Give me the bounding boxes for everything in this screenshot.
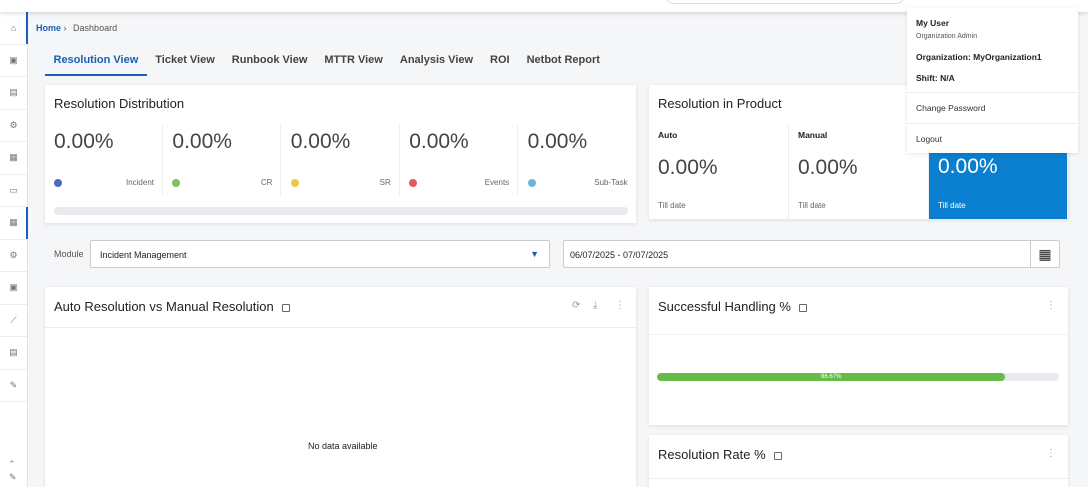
sidebar-document-icon[interactable]: ▤ (0, 77, 27, 110)
distribution-label: CR (260, 178, 273, 187)
progress-track: 86.67% (657, 373, 1059, 381)
more-options-icon[interactable]: ⋮ (615, 300, 625, 311)
legend-dot (527, 179, 536, 187)
search-input[interactable] (665, 0, 905, 4)
date-range-input[interactable]: 06/07/2025 - 07/07/2025 ▦ (563, 240, 1060, 268)
distribution-value: 0.00% (409, 130, 469, 153)
card-title: Resolution in Product (658, 96, 782, 111)
sidebar: ⌂ ▣ ▤ ⚙ ▦ ▭ ▦ ⚙ ▣ ⟋ ▤ ✎ ⌃ ✎ (0, 12, 28, 487)
view-tabs: Resolution View Ticket View Runbook View… (45, 52, 608, 76)
card-title: Successful Handling % (658, 299, 791, 314)
sidebar-home-icon[interactable]: ⌂ (0, 12, 28, 45)
legend-dot (54, 179, 62, 187)
sidebar-gear-icon[interactable]: ⚙ (0, 240, 27, 272)
calendar-icon[interactable]: ▦ (1030, 241, 1059, 267)
tab-mttr-view[interactable]: MTTR View (316, 52, 391, 76)
product-value: 0.00% (798, 156, 858, 179)
product-cell: Auto 0.00% Till date (649, 125, 789, 219)
tab-analysis-view[interactable]: Analysis View (391, 52, 481, 76)
distribution-label: Sub-Task (594, 178, 628, 187)
legend-dot (409, 179, 418, 187)
distribution-value: 0.00% (172, 130, 232, 153)
dropdown-arrow-icon: ▼ (530, 249, 539, 259)
date-range-value: 06/07/2025 - 07/07/2025 (570, 250, 669, 260)
sidebar-dashboard-icon[interactable]: ▦ (0, 207, 28, 240)
breadcrumb-current: Dashboard (73, 23, 118, 33)
distribution-value: 0.00% (290, 130, 351, 153)
module-select[interactable]: Incident Management ▼ (90, 240, 550, 268)
info-icon[interactable] (773, 451, 782, 460)
info-icon[interactable] (281, 303, 290, 312)
resolution-rate-card: Resolution Rate % ⋮ (649, 435, 1068, 487)
distribution-cell: 0.00% SR (282, 125, 400, 195)
info-icon[interactable] (798, 303, 807, 312)
distribution-label: Incident (125, 178, 154, 187)
user-name: My User (916, 18, 950, 28)
module-label: Module (54, 249, 84, 259)
tab-ticket-view[interactable]: Ticket View (147, 52, 224, 76)
sidebar-settings-icon[interactable]: ⚙ (0, 110, 27, 142)
sidebar-chart-icon[interactable]: ⟋ (0, 305, 27, 337)
product-value: 0.00% (938, 155, 998, 178)
distribution-value: 0.00% (54, 130, 114, 153)
logout-item[interactable]: Logout (916, 134, 942, 144)
tab-runbook-view[interactable]: Runbook View (223, 52, 316, 76)
product-sub: Till date (658, 201, 686, 210)
no-data-message: No data available (308, 441, 378, 451)
distribution-cell: 0.00% Incident (45, 125, 163, 195)
user-shift: Shift: N/A (916, 73, 955, 83)
user-organization: Organization: MyOrganization1 (916, 52, 1042, 62)
chevron-right-icon: › (63, 23, 67, 33)
tab-netbot-report[interactable]: Netbot Report (518, 52, 608, 76)
edit-icon[interactable]: ✎ (9, 472, 17, 483)
sidebar-book-icon[interactable]: ▤ (0, 337, 27, 370)
change-password-item[interactable]: Change Password (916, 103, 985, 113)
distribution-value: 0.00% (527, 130, 588, 153)
distribution-cell: 0.00% CR (163, 125, 282, 195)
sidebar-tools-icon[interactable]: ✎ (0, 370, 27, 402)
collapse-chevron-icon[interactable]: ⌃ (8, 459, 16, 470)
sidebar-clipboard-icon[interactable]: ▣ (0, 45, 27, 77)
product-sub: Till date (798, 201, 826, 210)
successful-handling-card: Successful Handling % ⋮ 86.67% (649, 287, 1068, 425)
tab-roi[interactable]: ROI (482, 52, 519, 76)
distribution-cell: 0.00% Events (400, 125, 519, 195)
user-role: Organization Admin (916, 33, 978, 40)
distribution-cell: 0.00% Sub-Task (519, 125, 637, 195)
sidebar-grid-icon[interactable]: ▦ (0, 142, 27, 175)
more-options-icon[interactable]: ⋮ (1046, 448, 1056, 459)
breadcrumb: Home › Dashboard (36, 23, 117, 33)
resolution-distribution-card: Resolution Distribution 0.00% Incident 0.0… (45, 85, 637, 223)
distribution-label: SR (379, 178, 391, 187)
breadcrumb-home[interactable]: Home (36, 23, 61, 33)
more-options-icon[interactable]: ⋮ (1046, 300, 1056, 311)
distribution-label: Events (484, 178, 510, 187)
product-value: 0.00% (658, 156, 718, 179)
download-icon[interactable]: ⤓ (593, 300, 597, 311)
product-label: Manual (798, 130, 828, 140)
progress-fill: 86.67% (657, 373, 1006, 381)
auto-vs-manual-card: Auto Resolution vs Manual Resolution ⟳ ⤓… (45, 287, 636, 487)
card-title: Resolution Distribution (54, 96, 185, 111)
product-sub: Till date (938, 201, 966, 210)
tab-resolution-view[interactable]: Resolution View (45, 52, 147, 76)
card-title: Auto Resolution vs Manual Resolution (54, 299, 274, 314)
legend-dot (290, 179, 299, 187)
legend-dot (172, 179, 181, 187)
distribution-bar (54, 207, 628, 215)
user-menu: My User Organization Admin Organization:… (907, 8, 1078, 153)
product-label: Auto (658, 130, 678, 140)
card-title: Resolution Rate % (658, 447, 766, 462)
refresh-icon[interactable]: ⟳ (572, 300, 580, 311)
product-cell: 0.00% Till date (929, 153, 1068, 219)
module-value: Incident Management (100, 250, 187, 260)
sidebar-ticket-icon[interactable]: ▭ (0, 175, 27, 207)
sidebar-report-icon[interactable]: ▣ (0, 272, 27, 305)
